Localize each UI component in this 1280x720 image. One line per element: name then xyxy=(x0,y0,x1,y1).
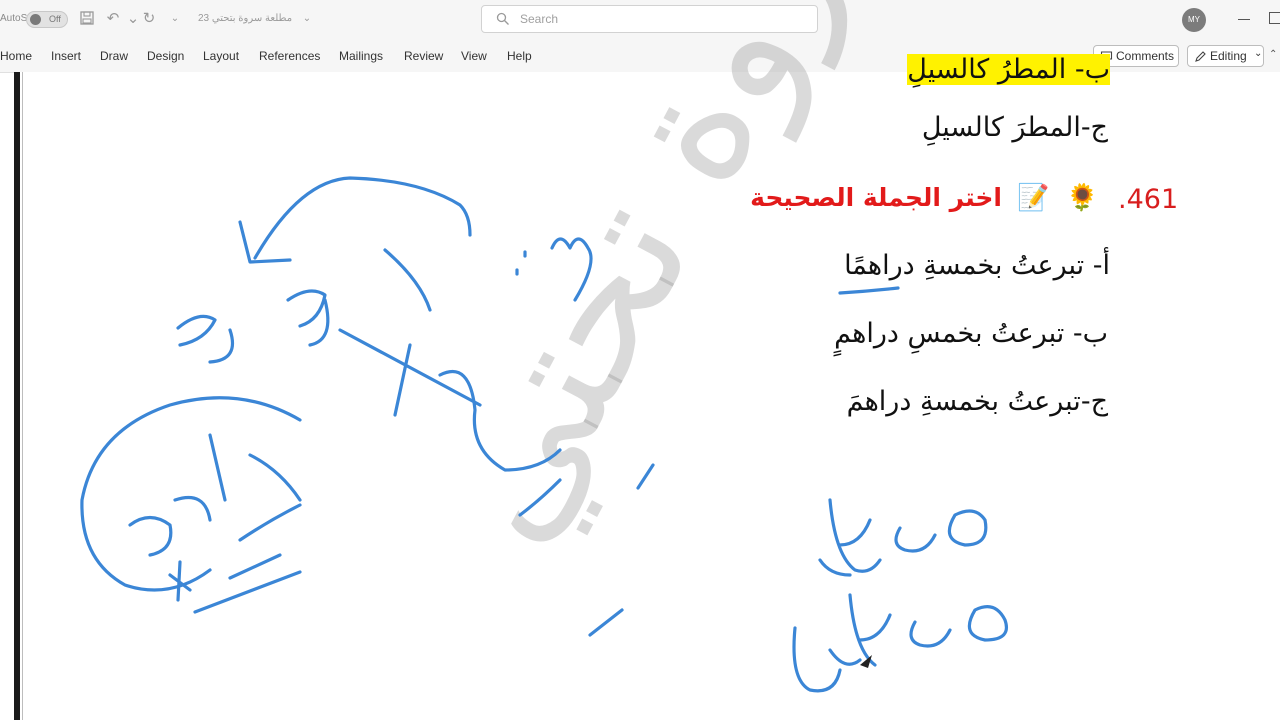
sunflower-icon: 🌻 xyxy=(1066,182,1099,212)
option-b: ب- تبرعتُ بخمسِ دراهمٍ xyxy=(834,318,1108,349)
title-chevron-down-icon[interactable]: ⌄ xyxy=(298,10,316,28)
previous-option-c: ج-المطرَ كالسيلِ xyxy=(921,112,1108,143)
option-c: ج-تبرعتُ بخمسةِ دراهمَ xyxy=(846,386,1108,417)
undo-icon[interactable]: ↶ xyxy=(104,10,122,28)
autosave-state: Off xyxy=(49,14,61,24)
avatar[interactable]: MY xyxy=(1182,8,1206,32)
question-title: اختر الجملة الصحيحة xyxy=(750,183,1002,212)
tab-view[interactable]: View xyxy=(461,49,487,63)
tab-insert[interactable]: Insert xyxy=(51,49,81,63)
tab-mailings[interactable]: Mailings xyxy=(339,49,383,63)
highlighted-text: ب- المطرُ كالسيلِ xyxy=(907,54,1110,85)
toggle-knob xyxy=(30,14,41,25)
tab-help[interactable]: Help xyxy=(507,49,532,63)
minimize-icon[interactable] xyxy=(1238,19,1250,20)
tab-home[interactable]: Home xyxy=(0,49,32,63)
tab-layout[interactable]: Layout xyxy=(203,49,239,63)
ribbon-collapse-icon[interactable]: ⌃ xyxy=(1269,49,1277,60)
maximize-icon[interactable] xyxy=(1269,12,1280,24)
tab-references[interactable]: References xyxy=(259,49,320,63)
question-number: .461 xyxy=(1118,184,1179,215)
customize-toolbar-icon[interactable]: ⌄ xyxy=(166,10,184,28)
tab-review[interactable]: Review xyxy=(404,49,443,63)
chevron-down-icon: ⌄ xyxy=(1254,48,1263,59)
previous-option-b: ب- المطرُ كالسيلِ xyxy=(907,54,1110,85)
autosave-toggle[interactable]: Off xyxy=(26,11,68,28)
page-left-edge xyxy=(14,72,20,720)
redo-icon[interactable]: ↻ xyxy=(140,10,158,28)
tab-draw[interactable]: Draw xyxy=(100,49,128,63)
editing-mode-button[interactable]: Editing ⌄ xyxy=(1187,45,1264,67)
editing-label: Editing xyxy=(1210,49,1247,63)
search-icon xyxy=(496,12,509,25)
tab-design[interactable]: Design xyxy=(147,49,184,63)
pencil-icon xyxy=(1195,51,1206,62)
memo-icon: 📝 xyxy=(1017,182,1050,212)
search-placeholder: Search xyxy=(520,12,559,26)
option-a: أ- تبرعتُ بخمسةِ دراهمًا xyxy=(844,250,1110,281)
comments-label: Comments xyxy=(1116,49,1175,63)
document-title[interactable]: 23 مطلعة سروة بتحتي xyxy=(198,13,292,24)
page-margin-line xyxy=(22,72,23,720)
save-icon[interactable] xyxy=(78,10,96,28)
